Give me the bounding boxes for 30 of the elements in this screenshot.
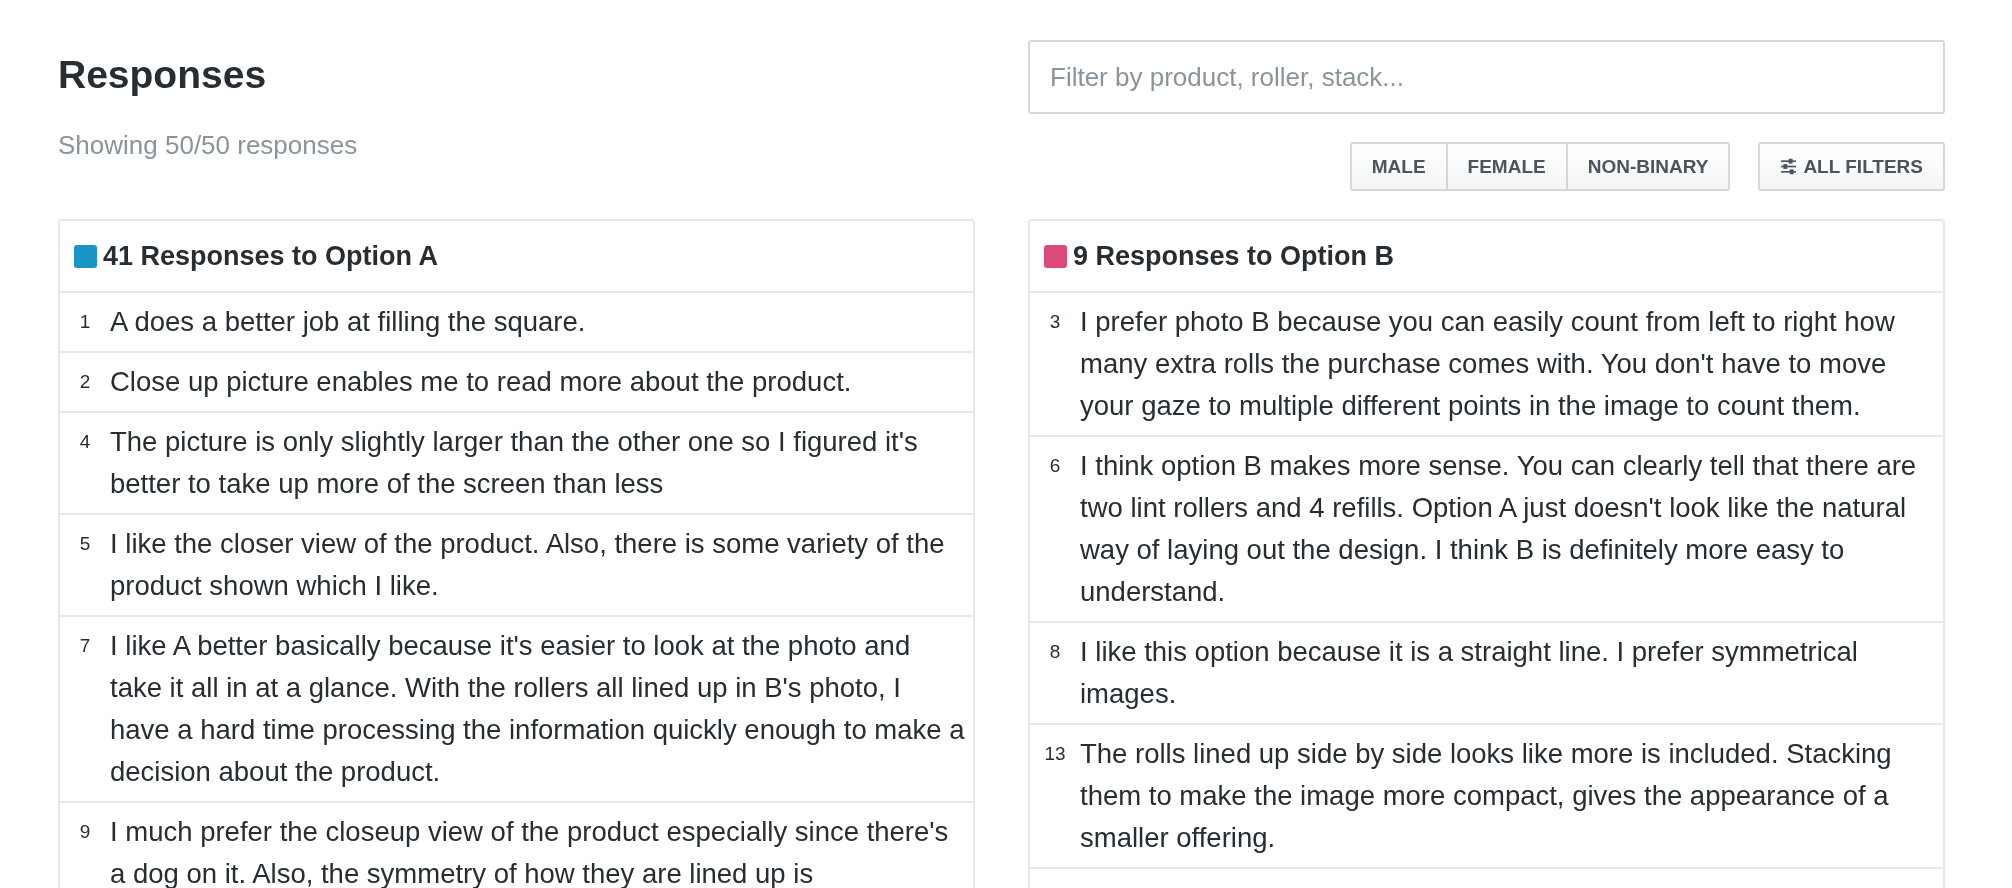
response-number: 1: [78, 310, 92, 334]
response-number: 3: [1048, 310, 1062, 334]
response-text: Close up picture enables me to read more about the product.: [110, 365, 853, 399]
card-title: 41 Responses to Option A: [103, 240, 439, 272]
response-text: I like this option because it is a straight line. I prefer symmetrical images.: [1080, 635, 1859, 711]
response-number: 7: [78, 634, 92, 658]
response-number: 13: [1043, 742, 1067, 766]
page-title: Responses: [58, 52, 268, 98]
response-number: 8: [1048, 640, 1062, 664]
response-text: The picture is only slightly larger than the other one so I figured it's better to take up more of the screen than less: [110, 425, 919, 501]
all-filters-button[interactable]: ALL FILTERS: [1758, 142, 1945, 191]
response-number: 5: [78, 532, 92, 556]
response-number: 9: [78, 820, 92, 844]
gender-filter-button[interactable]: FEMALE: [1445, 142, 1568, 191]
response-number: 2: [78, 370, 92, 394]
response-number: 6: [1048, 454, 1062, 478]
response-number: 4: [78, 430, 92, 454]
sliders-icon: [1780, 158, 1798, 175]
response-count: Showing 50/50 responses: [58, 130, 358, 161]
response-text: I like the closer view of the product. Also, there is some variety of the product shown which I like.: [110, 527, 946, 603]
response-text: The rolls lined up side by side looks like more is included. Stacking them to make the image more compact, gives the appearance of a smaller offering.: [1080, 737, 1893, 855]
response-text: A does a better job at filling the square.: [110, 305, 587, 339]
card-title: 9 Responses to Option B: [1073, 240, 1395, 272]
response-text: I prefer photo B because you can easily count from left to right how many extra rolls the purchase comes with. You don't have to move your gaze to multiple different points in the image to count them.: [1080, 305, 1896, 423]
response-text: I much prefer the closeup view of the product especially since there's a dog on it. Also, the symmetry of how they are lined up is: [110, 815, 950, 888]
gender-filter-button[interactable]: NON-BINARY: [1565, 142, 1731, 191]
gender-filter-button[interactable]: MALE: [1349, 142, 1448, 191]
response-text: I think option B makes more sense. You can clearly tell that there are two lint rollers and 4 refills. Option A just doesn't look like the natural way of laying out the design. I think B is definitely more easy to understand.: [1080, 449, 1918, 609]
response-text: I like A better basically because it's easier to look at the photo and take it all in at a glance. With the rollers all lined up in B's photo, I have a hard time processing the information quickly enough to make a decision about the product.: [110, 629, 965, 789]
filter-search-field[interactable]: Filter by product, roller, stack...: [1028, 40, 1945, 114]
